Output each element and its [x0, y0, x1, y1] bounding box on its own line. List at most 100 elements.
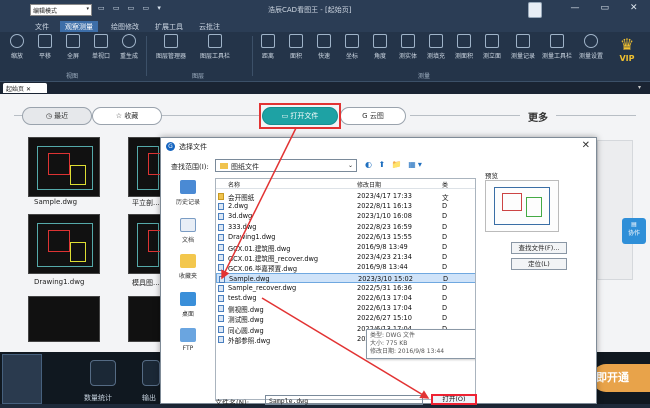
history-icon	[180, 180, 196, 194]
look-in-select[interactable]: 图纸文件 ⌄	[215, 159, 357, 172]
measure-coord-tool[interactable]: 坐标	[338, 34, 366, 60]
place-documents[interactable]: 文档	[169, 218, 207, 244]
entity-icon	[401, 34, 415, 48]
dwg-file-icon	[219, 275, 225, 283]
menu-file[interactable]: 文件	[30, 21, 54, 32]
fullscreen-tool[interactable]: 全屏	[58, 34, 88, 60]
recent-thumbnail[interactable]	[28, 214, 100, 274]
layer-manager-tool[interactable]: 图层管理器	[150, 34, 192, 60]
user-avatar-icon[interactable]	[528, 2, 542, 18]
measure-area-tool[interactable]: 面积	[282, 34, 310, 60]
measure-hatch-tool[interactable]: 测填充	[422, 34, 450, 60]
nav-toolbar[interactable]: ◐ ⬆ 📁 ▦▾	[365, 160, 424, 169]
measure-entity-tool[interactable]: 测实体	[394, 34, 422, 60]
file-row[interactable]: GCX.01.建筑图_recover.dwg 2023/4/23 21:34 D	[216, 252, 475, 263]
ribbon-separator	[252, 36, 253, 76]
places-bar: 历史记录 文档 收藏夹 桌面 FTP	[169, 178, 207, 358]
collaborate-button[interactable]: ▤ 协作	[622, 218, 646, 244]
angle-icon	[373, 34, 387, 48]
column-name[interactable]: 名称	[228, 180, 240, 189]
file-type: D	[443, 274, 449, 283]
mode-select[interactable]: 编辑模式 ▾	[30, 4, 92, 16]
dwg-file-icon	[218, 213, 224, 221]
measure-elevation-tool[interactable]: 测立面	[478, 34, 506, 60]
maximize-button[interactable]: ▭	[600, 3, 609, 13]
file-type: D	[442, 212, 448, 221]
file-row[interactable]: 3d.dwg 2023/1/10 16:08 D	[216, 211, 475, 221]
open-file-button[interactable]: ▭ 打开文件	[262, 107, 338, 125]
quick-access-toolbar[interactable]: ▭ ▭ ▭ ▭ ▾	[98, 4, 164, 12]
zoom-tool[interactable]: 缩放	[2, 34, 32, 60]
column-type[interactable]: 类	[442, 180, 448, 189]
measure-settings-tool[interactable]: 测量设置	[574, 34, 608, 60]
favorites-tab[interactable]: ☆ 收藏	[92, 107, 162, 125]
measure-distance-tool[interactable]: 距离	[254, 34, 282, 60]
dwg-file-icon	[218, 223, 224, 231]
close-icon[interactable]: ✕	[26, 86, 31, 93]
measure-quick-tool[interactable]: 快速	[310, 34, 338, 60]
ftp-icon	[180, 328, 196, 342]
recent-thumbnail[interactable]	[28, 137, 100, 197]
layer-toolbar-tool[interactable]: 图层工具栏	[194, 34, 236, 60]
locate-button[interactable]: 定位(L)	[511, 258, 567, 270]
dwg-file-icon	[218, 295, 224, 302]
regen-tool[interactable]: 重生成	[114, 34, 144, 60]
measure-toolbar-tool[interactable]: 测量工具栏	[540, 34, 574, 60]
file-row[interactable]: GCX.06.毕嘉预置.dwg 2016/9/8 13:44 D	[216, 262, 475, 273]
recent-thumbnail[interactable]	[28, 296, 100, 342]
recent-thumbnail[interactable]	[128, 214, 186, 274]
column-date[interactable]: 修改日期	[357, 180, 381, 189]
look-in-label: 查找范围(I):	[171, 163, 209, 171]
measure-angle-tool[interactable]: 角度	[366, 34, 394, 60]
file-row[interactable]: 侧视图.dwg 2022/6/13 17:04 D	[216, 303, 475, 314]
place-desktop[interactable]: 桌面	[169, 292, 207, 318]
vip-badge[interactable]: ♛ VIP	[612, 36, 642, 78]
dwg-file-icon	[218, 315, 224, 323]
close-button[interactable]: ✕	[630, 3, 638, 13]
menu-draw-modify[interactable]: 绘图修改	[106, 21, 144, 32]
recent-thumbnail[interactable]	[128, 296, 162, 342]
place-ftp[interactable]: FTP	[169, 328, 207, 352]
measure-record-tool[interactable]: 测量记录	[506, 34, 540, 60]
chevron-down-icon: ▾	[86, 6, 89, 12]
file-type: D	[442, 314, 448, 323]
recent-tab[interactable]: ◷ 最近	[22, 107, 92, 125]
dwg-file-icon	[218, 325, 224, 333]
file-row[interactable]: GCX.01.建筑图.dwg 2016/9/8 13:49 D	[216, 242, 475, 253]
place-history[interactable]: 历史记录	[169, 180, 207, 206]
menu-view-measure[interactable]: 观察测量	[60, 21, 98, 32]
single-viewport-tool[interactable]: 单视口	[86, 34, 116, 60]
file-row[interactable]: Sample.dwg 2023/3/10 15:02 D	[216, 272, 475, 283]
menu-extensions[interactable]: 扩展工具	[150, 21, 188, 32]
count-stats-icon[interactable]	[90, 360, 116, 386]
file-row[interactable]: Sample_recover.dwg 2022/5/31 16:36 D	[216, 283, 475, 293]
find-file-button[interactable]: 查找文件(F)...	[511, 242, 567, 254]
place-favorites[interactable]: 收藏夹	[169, 254, 207, 280]
count-stats-label: 数量统计	[84, 394, 112, 402]
file-row[interactable]: 测试图.dwg 2022/6/27 15:10 D	[216, 313, 475, 324]
cloud-drawing-button[interactable]: G 云图	[340, 107, 406, 125]
menu-cloud-annotate[interactable]: 云批注	[194, 21, 225, 32]
file-name: 外部参照.dwg	[228, 336, 271, 345]
open-vip-button[interactable]: 即开通	[592, 364, 650, 392]
file-row[interactable]: Drawing1.dwg 2022/6/13 15:55 D	[216, 232, 475, 242]
output-icon[interactable]	[142, 360, 160, 386]
dialog-close-icon[interactable]: ✕	[582, 140, 590, 151]
file-list-header: 名称 修改日期 类	[216, 179, 475, 189]
favorites-icon	[180, 254, 196, 268]
measure-surface-tool[interactable]: 测面积	[450, 34, 478, 60]
area-icon	[289, 34, 303, 48]
pan-tool[interactable]: 平移	[30, 34, 60, 60]
minimize-button[interactable]: —	[570, 3, 579, 13]
group-label-measure: 测量	[418, 73, 431, 80]
recent-thumbnail[interactable]	[128, 137, 186, 197]
file-row[interactable]: 会开图纸 2023/4/17 17:33 文	[216, 191, 475, 202]
file-date: 2023/1/10 16:08	[357, 212, 412, 221]
file-row[interactable]: 333.dwg 2022/8/23 16:59 D	[216, 222, 475, 232]
file-date: 2022/8/23 16:59	[357, 222, 412, 231]
dialog-open-button[interactable]: 打开(O)	[431, 394, 477, 405]
tabs-dropdown-icon[interactable]: ▾	[638, 84, 641, 91]
file-row[interactable]: 2.dwg 2022/8/11 16:13 D	[216, 201, 475, 211]
file-row[interactable]: test.dwg 2022/6/13 17:04 D	[216, 293, 475, 303]
tab-home[interactable]: 起始页 ✕	[3, 83, 47, 93]
